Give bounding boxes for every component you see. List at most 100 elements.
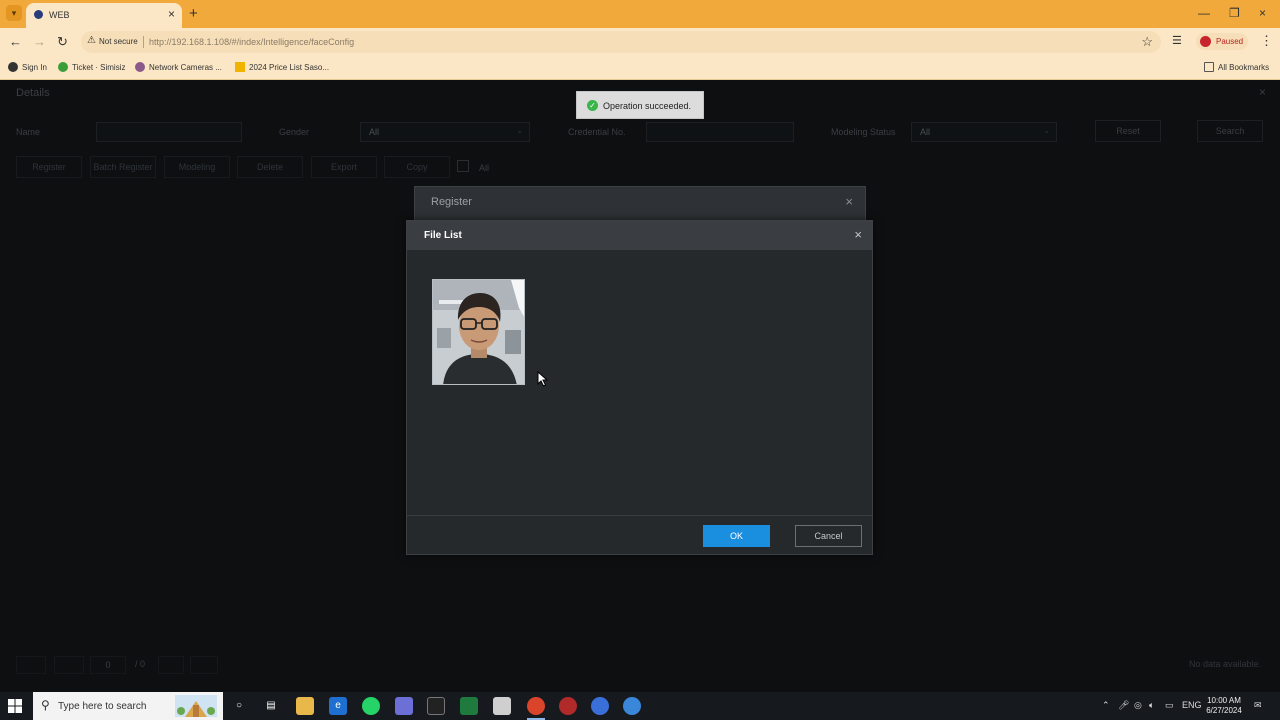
- bookmark-item[interactable]: Ticket · Simisiz: [58, 62, 125, 72]
- face-photo-image: [433, 280, 524, 384]
- search-placeholder: Type here to search: [58, 701, 147, 712]
- windows-start-icon[interactable]: [8, 699, 22, 713]
- modeling-button[interactable]: Modeling: [164, 156, 230, 178]
- tab-search-icon[interactable]: ▾: [6, 5, 22, 21]
- bookmark-item[interactable]: Sign In: [8, 62, 47, 72]
- profile-status: Paused: [1216, 37, 1244, 46]
- delete-button[interactable]: Delete: [237, 156, 303, 178]
- tab-close-icon[interactable]: ×: [168, 7, 175, 21]
- app-icon[interactable]: [559, 697, 577, 715]
- batch-register-button[interactable]: Batch Register: [90, 156, 156, 178]
- profile-paused-button[interactable]: Paused: [1196, 33, 1248, 50]
- ticket-icon: [58, 62, 68, 72]
- chrome-icon[interactable]: [527, 697, 545, 720]
- minimize-icon[interactable]: —: [1198, 6, 1210, 20]
- close-icon[interactable]: ×: [845, 194, 853, 209]
- success-toast: ✓ Operation succeeded.: [576, 91, 704, 119]
- cortana-icon[interactable]: ○: [230, 697, 248, 715]
- name-input[interactable]: [96, 122, 242, 142]
- security-label[interactable]: Not secure: [99, 37, 138, 46]
- folder-icon: [1204, 62, 1214, 72]
- export-button[interactable]: Export: [311, 156, 377, 178]
- reading-list-icon[interactable]: ☰: [1172, 34, 1182, 47]
- search-button[interactable]: Search: [1197, 120, 1263, 142]
- task-view-icon[interactable]: ▤: [262, 697, 280, 715]
- file-explorer-icon[interactable]: [296, 697, 314, 715]
- bookmark-star-icon[interactable]: ☆: [1141, 34, 1153, 50]
- microphone-icon[interactable]: 🎤︎: [1118, 700, 1129, 711]
- app-icon[interactable]: [493, 697, 511, 715]
- camera-icon: [135, 62, 145, 72]
- all-bookmarks-label: All Bookmarks: [1218, 63, 1270, 72]
- warning-icon: ⚠: [87, 35, 96, 46]
- app-icon[interactable]: [460, 697, 478, 715]
- bookmark-item[interactable]: 2024 Price List Saso...: [235, 62, 329, 72]
- modeling-status-value: All: [920, 127, 931, 137]
- address-bar[interactable]: ⚠ Not secure http://192.168.1.108/#/inde…: [81, 31, 1161, 53]
- next-page-button[interactable]: [158, 656, 184, 674]
- bookmark-label: 2024 Price List Saso...: [249, 63, 330, 72]
- register-button[interactable]: Register: [16, 156, 82, 178]
- modeling-status-label: Modeling Status: [831, 127, 896, 137]
- tab-title: WEB: [49, 10, 70, 20]
- file-list-header: File List ×: [407, 221, 872, 250]
- register-dialog: Register ×: [414, 186, 866, 222]
- credential-input[interactable]: [646, 122, 794, 142]
- bookmark-label: Sign In: [22, 63, 47, 72]
- cancel-button[interactable]: Cancel: [795, 525, 862, 547]
- window-close-icon[interactable]: ×: [1259, 6, 1266, 20]
- prev-page-button[interactable]: [54, 656, 84, 674]
- copy-button[interactable]: Copy: [384, 156, 450, 178]
- system-clock[interactable]: 10:00 AM 6/27/2024: [1196, 696, 1252, 716]
- credential-label: Credential No.: [568, 127, 626, 137]
- url-text[interactable]: http://192.168.1.108/#/index/Intelligenc…: [149, 37, 354, 47]
- select-all-label: All: [479, 163, 490, 173]
- select-all-checkbox[interactable]: [457, 160, 469, 172]
- back-icon[interactable]: ←: [9, 34, 22, 49]
- browser-tab-strip: ▾ WEB × + — ❐ ×: [0, 0, 1280, 28]
- face-photo-thumbnail[interactable]: [432, 279, 525, 385]
- taskbar-search-box[interactable]: ⚲ Type here to search: [33, 692, 223, 720]
- gender-select[interactable]: All ⌄: [360, 122, 530, 142]
- browser-toolbar: ← → ↻ ⚠ Not secure http://192.168.1.108/…: [0, 28, 1280, 56]
- check-circle-icon: ✓: [587, 100, 598, 111]
- restore-icon[interactable]: ❐: [1229, 6, 1240, 20]
- last-page-button[interactable]: [190, 656, 218, 674]
- network-icon[interactable]: ◎: [1134, 700, 1142, 711]
- ok-button[interactable]: OK: [703, 525, 770, 547]
- gender-value: All: [369, 127, 380, 137]
- whatsapp-icon[interactable]: [362, 697, 380, 715]
- bookmarks-bar: Sign In Ticket · Simisiz Network Cameras…: [0, 56, 1280, 80]
- browser-tab[interactable]: WEB ×: [26, 3, 182, 28]
- chrome-icon[interactable]: [623, 697, 641, 715]
- new-tab-icon[interactable]: +: [189, 5, 198, 22]
- edge-icon[interactable]: e: [329, 697, 347, 715]
- app-icon[interactable]: [591, 697, 609, 715]
- site-favicon-icon: [34, 10, 43, 19]
- drive-icon: [235, 62, 245, 72]
- page-title: Details: [16, 87, 50, 99]
- display-icon[interactable]: ▭: [1165, 700, 1174, 711]
- first-page-button[interactable]: [16, 656, 46, 674]
- search-icon: ⚲: [41, 698, 50, 712]
- page-number-input[interactable]: 0: [90, 656, 126, 674]
- chevron-down-icon: ⌄: [1043, 126, 1050, 135]
- terminal-icon[interactable]: [427, 697, 445, 715]
- chevron-up-icon[interactable]: ⌃: [1102, 700, 1110, 711]
- browser-menu-icon[interactable]: ⋮: [1260, 33, 1273, 49]
- forward-icon[interactable]: →: [33, 34, 46, 49]
- all-bookmarks[interactable]: All Bookmarks: [1204, 62, 1269, 72]
- name-label: Name: [16, 127, 41, 137]
- details-close-icon[interactable]: ×: [1259, 85, 1266, 99]
- volume-icon[interactable]: 🔈︎: [1149, 700, 1154, 711]
- bookmark-item[interactable]: Network Cameras ...: [135, 62, 222, 72]
- reset-button[interactable]: Reset: [1095, 120, 1161, 142]
- app-icon[interactable]: [395, 697, 413, 715]
- mouse-cursor-icon: [537, 371, 549, 387]
- bookmark-label: Ticket · Simisiz: [72, 63, 126, 72]
- reload-icon[interactable]: ↻: [57, 34, 68, 50]
- modeling-status-select[interactable]: All ⌄: [911, 122, 1057, 142]
- file-list-dialog: File List × OK Cancel: [406, 220, 873, 555]
- close-icon[interactable]: ×: [854, 227, 862, 242]
- notifications-icon[interactable]: ✉: [1254, 700, 1262, 711]
